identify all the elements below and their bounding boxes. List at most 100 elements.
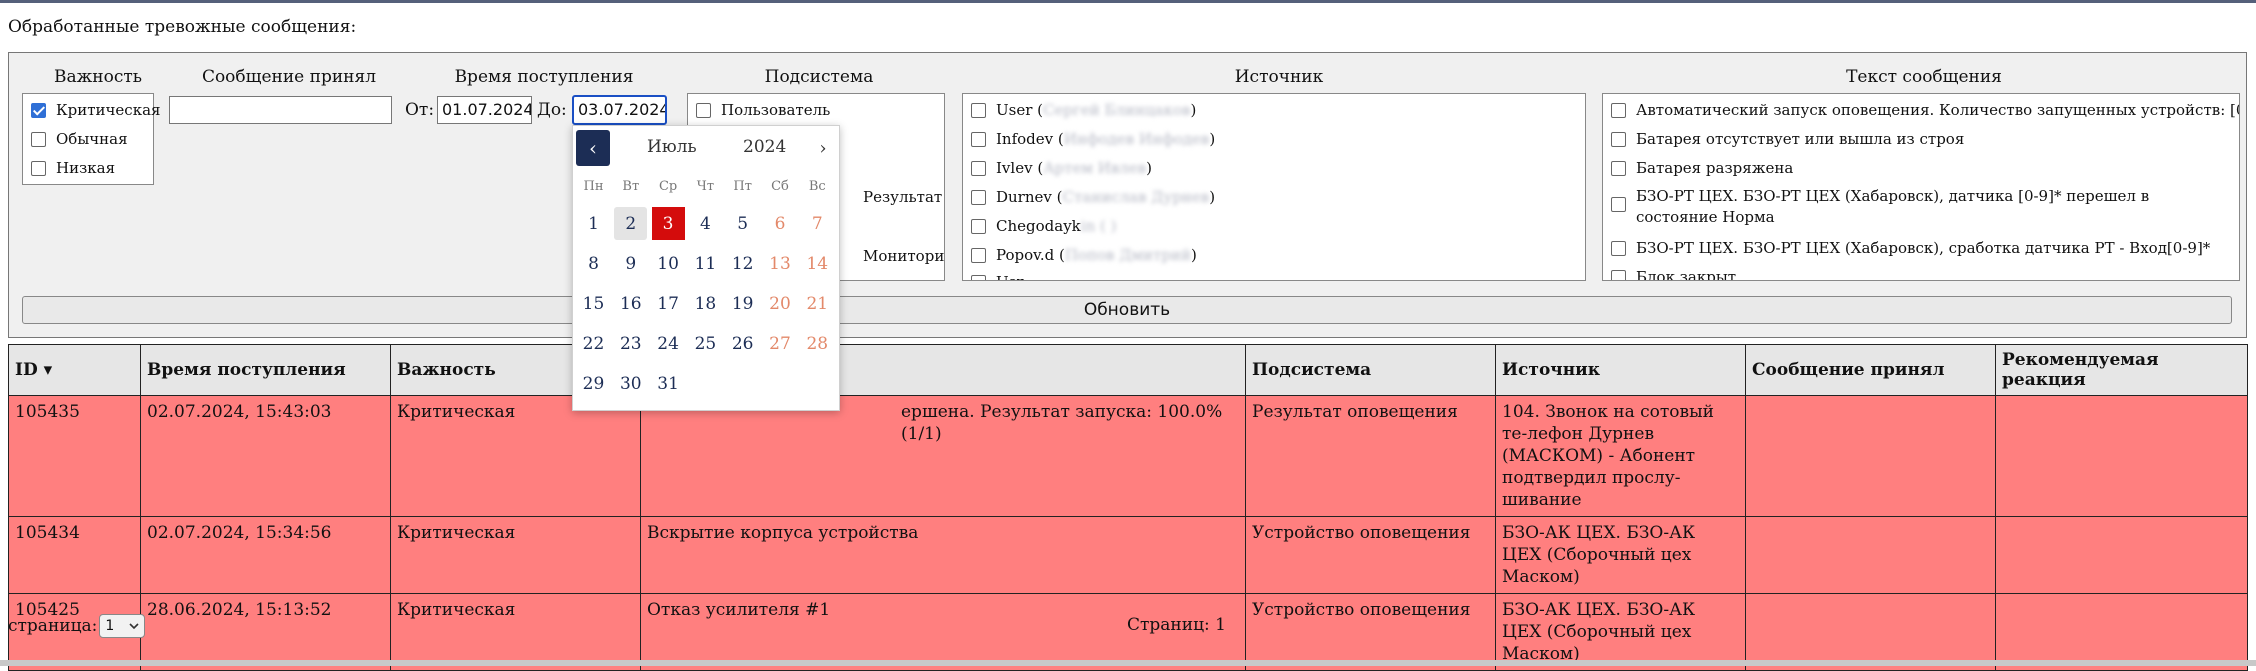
calendar-day[interactable]: 15 bbox=[577, 287, 610, 320]
checkbox[interactable] bbox=[1611, 269, 1626, 280]
source-name: Сергей Блинцаков bbox=[1043, 101, 1191, 119]
source-login: User bbox=[996, 101, 1033, 119]
checkbox[interactable] bbox=[971, 160, 986, 176]
subsystem-item[interactable]: Пользователь bbox=[696, 101, 830, 119]
calendar-day[interactable]: 25 bbox=[689, 327, 722, 360]
checkbox[interactable] bbox=[971, 218, 986, 234]
accepted-by-input[interactable] bbox=[169, 96, 392, 124]
subsystem-item[interactable]: Мониторинга bbox=[863, 247, 944, 265]
checkbox[interactable] bbox=[1611, 131, 1626, 147]
calendar-day[interactable]: 16 bbox=[614, 287, 647, 320]
source-name: Станислав Дурнев bbox=[1062, 188, 1210, 206]
col-id-header[interactable]: ID ▾ bbox=[8, 344, 141, 396]
checkbox[interactable] bbox=[971, 189, 986, 205]
col-accepted-header[interactable]: Сообщение принял bbox=[1745, 344, 1996, 396]
calendar-day[interactable]: 29 bbox=[577, 367, 610, 400]
calendar-day[interactable]: 9 bbox=[614, 247, 647, 280]
calendar-day[interactable]: 13 bbox=[764, 247, 797, 280]
weekday-label: Вт bbox=[622, 179, 640, 194]
calendar-day[interactable]: 7 bbox=[801, 207, 834, 240]
date-to-input[interactable]: 03.07.2024 bbox=[572, 95, 667, 125]
checkbox[interactable] bbox=[971, 274, 986, 280]
source-item[interactable]: Durnev (Станислав Дурнев) bbox=[971, 188, 1215, 206]
col-source-header[interactable]: Источник bbox=[1495, 344, 1746, 396]
source-item[interactable]: Usr bbox=[971, 273, 1024, 280]
message-item-label: Батарея разряжена bbox=[1636, 159, 1794, 177]
calendar-day[interactable]: 3 bbox=[651, 207, 685, 240]
source-item[interactable]: Infodev (Инфодев Инфодев) bbox=[971, 130, 1215, 148]
calendar-day[interactable]: 19 bbox=[726, 287, 759, 320]
calendar-day[interactable]: 22 bbox=[577, 327, 610, 360]
source-item[interactable]: Popov.d (Попов Дмитрий) bbox=[971, 246, 1197, 264]
checkbox-normal[interactable] bbox=[31, 131, 46, 147]
calendar-day[interactable]: 18 bbox=[689, 287, 722, 320]
calendar-day[interactable]: 24 bbox=[652, 327, 685, 360]
calendar-day[interactable]: 17 bbox=[652, 287, 685, 320]
message-item[interactable]: БЗО-РТ ЦЕХ. БЗО-РТ ЦЕХ (Хабаровск), сраб… bbox=[1611, 239, 2210, 257]
checkbox[interactable] bbox=[1611, 102, 1626, 118]
source-list[interactable]: User (Сергей Блинцаков) Infodev (Инфодев… bbox=[962, 93, 1586, 281]
message-text-list[interactable]: Автоматический запуск оповещения. Количе… bbox=[1602, 93, 2240, 281]
calendar-day[interactable]: 8 bbox=[577, 247, 610, 280]
message-item[interactable]: Батарея разряжена bbox=[1611, 159, 1793, 177]
calendar-day[interactable]: 11 bbox=[689, 247, 722, 280]
calendar-day[interactable]: 28 bbox=[801, 327, 834, 360]
subsystem-item[interactable]: Результат оповещения bbox=[863, 188, 944, 206]
checkbox[interactable] bbox=[971, 247, 986, 263]
checkbox[interactable] bbox=[971, 102, 986, 118]
refresh-button[interactable]: Обновить bbox=[22, 296, 2232, 324]
col-time-header[interactable]: Время поступления bbox=[140, 344, 391, 396]
col-reaction-header[interactable]: Рекомендуемая реакция bbox=[1995, 344, 2248, 396]
cell-importance: Критическая bbox=[390, 395, 641, 517]
checkbox[interactable] bbox=[696, 102, 711, 118]
calendar-day[interactable]: 20 bbox=[764, 287, 797, 320]
next-month-button[interactable]: › bbox=[809, 130, 837, 166]
checkbox[interactable] bbox=[971, 131, 986, 147]
importance-title: Важность bbox=[53, 67, 142, 87]
source-item[interactable]: Chegodayk in ( ) bbox=[971, 217, 1116, 235]
date-picker-popup[interactable]: ‹ Июль 2024 › Пн Вт Ср Чт Пт Сб Вс 1 2 3 4 5 6 7 8 9 10… bbox=[572, 125, 840, 411]
calendar-day[interactable]: 6 bbox=[764, 207, 797, 240]
prev-month-button[interactable]: ‹ bbox=[576, 130, 610, 166]
table-row[interactable]: 105435 02.07.2024, 15:43:03 Критическая … bbox=[8, 395, 2248, 517]
calendar-day[interactable]: 12 bbox=[726, 247, 759, 280]
cell-importance: Критическая bbox=[390, 593, 641, 671]
message-item[interactable]: Батарея отсутствует или вышла из строя bbox=[1611, 130, 1964, 148]
calendar-day[interactable]: 4 bbox=[689, 207, 722, 240]
col-subsystem-header[interactable]: Подсистема bbox=[1245, 344, 1496, 396]
pager: страница: 1 bbox=[8, 614, 146, 638]
calendar-day[interactable]: 2 bbox=[614, 207, 648, 240]
calendar-year[interactable]: 2024 bbox=[743, 137, 786, 157]
calendar-month[interactable]: Июль bbox=[647, 137, 697, 157]
calendar-day[interactable]: 5 bbox=[726, 207, 759, 240]
message-item[interactable]: Автоматический запуск оповещения. Количе… bbox=[1611, 101, 2239, 119]
table-row[interactable]: 105434 02.07.2024, 15:34:56 Критическая … bbox=[8, 516, 2248, 594]
subsystem-title: Подсистема bbox=[764, 67, 874, 87]
weekday-label: Чт bbox=[696, 179, 715, 194]
chevron-down-icon bbox=[129, 618, 139, 634]
checkbox-low[interactable] bbox=[31, 160, 46, 176]
checkbox-critical[interactable] bbox=[31, 102, 46, 118]
page-select[interactable]: 1 bbox=[99, 614, 146, 638]
checkbox[interactable] bbox=[1611, 160, 1626, 176]
checkbox[interactable] bbox=[1611, 240, 1626, 256]
message-item[interactable]: БЗО-РТ ЦЕХ. БЗО-РТ ЦЕХ (Хабаровск), датч… bbox=[1611, 186, 2211, 228]
calendar-day[interactable]: 27 bbox=[764, 327, 797, 360]
importance-low-label: Низкая bbox=[56, 159, 116, 177]
calendar-day[interactable]: 26 bbox=[726, 327, 759, 360]
calendar-day[interactable]: 21 bbox=[801, 287, 834, 320]
checkbox[interactable] bbox=[1611, 197, 1626, 212]
calendar-day[interactable]: 31 bbox=[652, 367, 685, 400]
message-item[interactable]: Блок закрыт bbox=[1611, 268, 1736, 280]
calendar-day[interactable]: 30 bbox=[614, 367, 647, 400]
importance-normal[interactable]: Обычная bbox=[31, 130, 128, 148]
calendar-day[interactable]: 1 bbox=[577, 207, 610, 240]
calendar-day[interactable]: 23 bbox=[614, 327, 647, 360]
calendar-day[interactable]: 14 bbox=[801, 247, 834, 280]
source-item[interactable]: Ivlev (Артем Ивлев) bbox=[971, 159, 1152, 177]
date-from-input[interactable]: 01.07.2024 bbox=[437, 96, 532, 124]
source-item[interactable]: User (Сергей Блинцаков) bbox=[971, 101, 1196, 119]
importance-low[interactable]: Низкая bbox=[31, 159, 115, 177]
importance-critical[interactable]: Критическая bbox=[31, 101, 160, 119]
calendar-day[interactable]: 10 bbox=[652, 247, 685, 280]
